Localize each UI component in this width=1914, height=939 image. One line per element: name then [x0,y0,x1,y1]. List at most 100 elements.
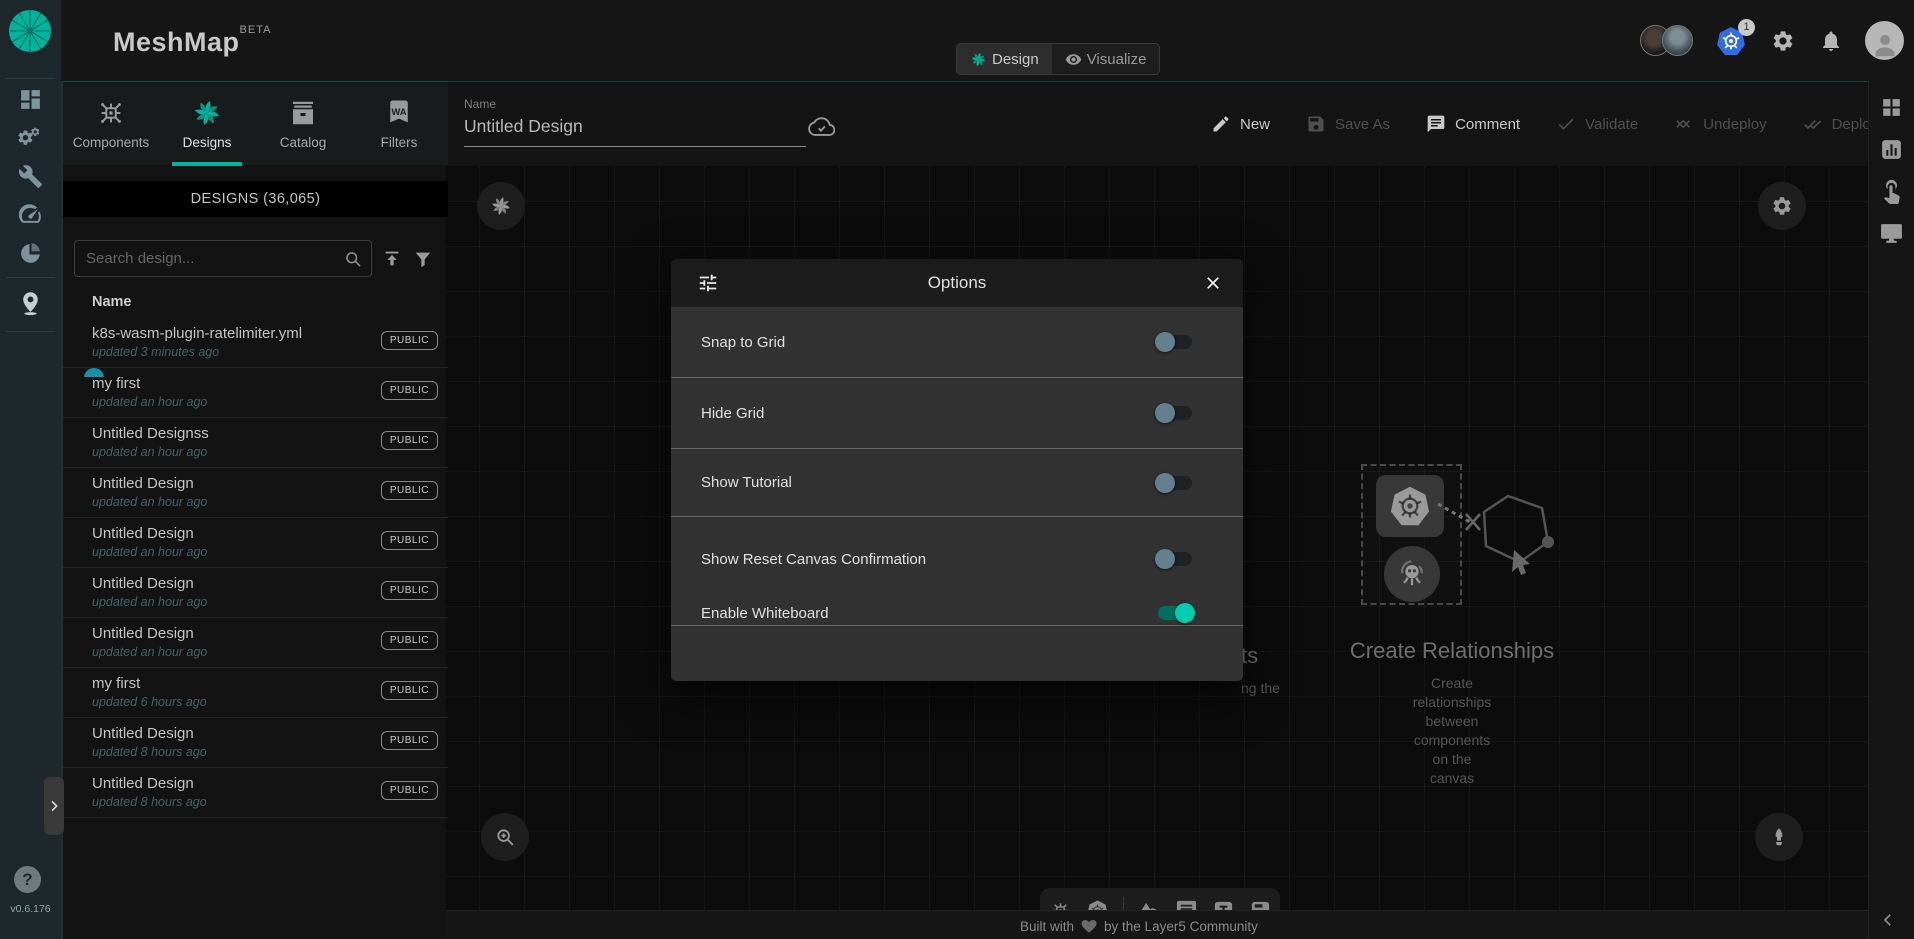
design-updated: updated 8 hours ago [92,795,207,809]
visibility-badge: PUBLIC [381,531,438,550]
version-label: v0.6.176 [0,903,61,915]
occluded-caption-fragment: ng the [1241,680,1280,696]
expand-panel-handle[interactable] [44,777,64,835]
collaborator-dot [84,368,104,377]
design-updated: updated 6 hours ago [92,695,207,709]
left-rail-item[interactable] [0,157,61,196]
canvas-settings-button[interactable] [1758,182,1806,230]
design-list-item[interactable]: Untitled Design updated an hour ago PUBL… [63,618,448,668]
toolbar-button[interactable]: New [1211,114,1270,134]
zoom-button[interactable] [481,813,529,861]
layer5-logo[interactable] [8,9,52,53]
collaborator-avatar[interactable] [1662,25,1693,56]
option-label: Show Reset Canvas Confirmation [701,551,926,568]
shuttle-icon [1768,826,1790,848]
right-rail-items [1869,81,1914,246]
left-rail-item[interactable] [0,234,61,273]
left-rail-item[interactable] [0,196,61,235]
toolbar-button[interactable]: Validate [1556,114,1638,134]
zoom-in-icon [494,826,516,848]
design-toolbar: Name New Save As [446,81,1868,166]
toolbar-button[interactable]: Deploy [1803,114,1879,134]
divider [6,277,55,278]
design-list-item[interactable]: my first updated 6 hours ago PUBLIC [63,668,448,718]
visibility-badge: PUBLIC [381,681,438,700]
design-name: my first [92,375,140,392]
design-list-item[interactable]: Untitled Design updated an hour ago PUBL… [63,468,448,518]
design-list-item[interactable]: Untitled Design updated an hour ago PUBL… [63,518,448,568]
right-rail-tool[interactable] [1879,221,1904,246]
visibility-badge: PUBLIC [381,431,438,450]
left-rail-item[interactable] [0,119,61,158]
design-updated: updated an hour ago [92,595,207,609]
squid-tile [1384,546,1440,602]
header-right: 1 [1640,0,1904,81]
design-updated: updated an hour ago [92,395,207,409]
design-list-item[interactable]: my first updated an hour ago PUBLIC [63,368,448,418]
search-row [63,240,448,277]
kubernetes-tile [1376,475,1444,537]
design-name-input[interactable] [464,116,806,147]
collapse-right-rail-handle[interactable] [1879,911,1897,929]
close-icon[interactable] [1203,273,1223,293]
design-name: Untitled Designss [92,425,209,442]
mode-segment[interactable]: Design [957,44,1052,74]
option-toggle[interactable] [1155,547,1195,571]
right-rail-tool[interactable] [1879,179,1904,204]
designs-panel: Components Designs Catalog WA Filters DE… [61,81,446,939]
visibility-badge: PUBLIC [381,781,438,800]
option-toggle[interactable] [1155,471,1195,495]
right-rail-tool[interactable] [1879,95,1904,120]
import-design-icon[interactable] [381,248,403,270]
toolbar-button[interactable]: Save As [1306,114,1390,134]
settings-gear-icon[interactable] [1771,29,1795,53]
beta-badge: BETA [240,24,272,36]
option-row: Show Reset Canvas Confirmation [671,517,1243,601]
sidebar-item-meshmap[interactable] [0,283,61,323]
toolbar-button[interactable]: Undeploy [1674,114,1766,134]
visibility-badge: PUBLIC [381,581,438,600]
design-list-item[interactable]: Untitled Design updated an hour ago PUBL… [63,568,448,618]
toolbar-button[interactable]: Comment [1426,114,1520,134]
design-name: k8s-wasm-plugin-ratelimiter.yml [92,325,302,342]
option-label: Snap to Grid [701,334,785,351]
dock-toggle-button[interactable] [1755,813,1803,861]
design-list-item[interactable]: Untitled Design updated 8 hours ago PUBL… [63,768,448,818]
design-list-item[interactable]: k8s-wasm-plugin-ratelimiter.yml updated … [63,318,448,368]
design-updated: updated 8 hours ago [92,745,207,759]
filter-funnel-icon[interactable] [412,248,434,270]
option-toggle[interactable] [1155,330,1195,354]
panel-tab[interactable]: Designs [159,82,255,166]
svg-text:WA: WA [391,107,406,117]
canvas-menu-button[interactable] [477,182,525,230]
design-list-item[interactable]: Untitled Design updated 8 hours ago PUBL… [63,718,448,768]
occluded-title-fragment: ts [1241,643,1258,669]
mode-segment[interactable]: Visualize [1052,44,1160,74]
cloud-saved-icon [808,113,835,140]
notifications-bell-icon[interactable] [1819,29,1843,53]
options-modal-header: Options [671,259,1243,307]
option-row: Snap to Grid [671,307,1243,378]
footer-credit: Built with by the Layer5 Community [1020,917,1258,935]
designs-section-header: DESIGNS (36,065) [63,181,448,217]
panel-tab[interactable]: Components [63,82,159,166]
option-toggle[interactable] [1155,401,1195,425]
top-header: MeshMapBETA Design Visualize 1 [61,0,1914,81]
kubernetes-context-button[interactable]: 1 [1715,25,1747,57]
mode-toggle: Design Visualize [956,43,1160,75]
context-count-badge: 1 [1738,19,1755,36]
panel-tab[interactable]: WA Filters [351,82,447,166]
left-rail-item[interactable] [0,80,61,119]
user-avatar[interactable] [1865,21,1904,60]
design-list-item[interactable]: Untitled Designss updated an hour ago PU… [63,418,448,468]
panel-tab[interactable]: Catalog [255,82,351,166]
option-label: Enable Whiteboard [701,605,829,622]
meshmap-pin-icon [17,290,44,317]
option-label: Show Tutorial [701,474,792,491]
option-toggle[interactable] [1155,601,1195,625]
right-rail-tool[interactable] [1879,137,1904,162]
search-input[interactable] [75,241,371,276]
help-button[interactable]: ? [14,866,41,893]
design-updated: updated 3 minutes ago [92,345,219,359]
modal-title: Options [928,273,987,293]
